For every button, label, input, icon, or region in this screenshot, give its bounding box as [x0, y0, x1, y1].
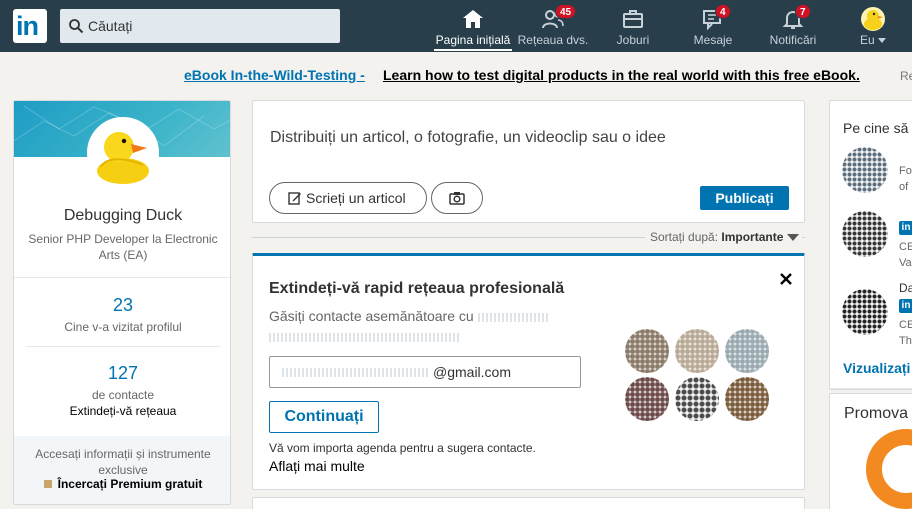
- suggestion-photo[interactable]: [842, 147, 888, 193]
- promo-logo-icon[interactable]: [866, 429, 912, 509]
- premium-box: Accesați informații și instrumente exclu…: [14, 436, 230, 504]
- network-card-title: Extindeți-vă rapid rețeaua profesională: [269, 280, 565, 297]
- linkedin-logo[interactable]: in: [13, 9, 47, 43]
- pencil-icon: [288, 192, 301, 205]
- top-navigation: in Pagina inițială 45 Rețeaua dvs. Jobur…: [0, 0, 912, 52]
- nav-network[interactable]: 45 Rețeaua dvs.: [516, 0, 590, 52]
- nav-messages-label: Mesaje: [693, 33, 733, 47]
- profile-photo[interactable]: [87, 117, 159, 189]
- publish-button[interactable]: Publicați: [700, 186, 789, 210]
- nav-me[interactable]: Eu: [852, 0, 894, 52]
- search-icon: [69, 19, 84, 34]
- profile-name[interactable]: Debugging Duck: [14, 207, 230, 225]
- grow-network-link[interactable]: Extindeți-vă rețeaua: [14, 404, 230, 418]
- redacted-text: [282, 368, 430, 377]
- follow-suggestions-card: Pe cine să Fo of in CE Va Da in CE Th Vi…: [829, 100, 912, 390]
- search-bar[interactable]: [60, 9, 340, 43]
- logo-text: in: [16, 11, 39, 41]
- notifications-badge: 7: [795, 4, 811, 19]
- sort-value: Importante: [721, 230, 784, 244]
- email-suffix: @gmail.com: [433, 364, 512, 380]
- suggestion-line2: of: [899, 181, 909, 193]
- nav-network-label: Rețeaua dvs.: [517, 33, 589, 47]
- profile-views-label[interactable]: Cine v-a vizitat profilul: [14, 320, 230, 334]
- suggestion-photo[interactable]: [842, 211, 888, 257]
- rail-title: Pe cine să: [843, 120, 909, 136]
- premium-link-text: Încercați Premium gratuit: [57, 477, 203, 491]
- nav-home-label: Pagina inițială: [434, 33, 512, 51]
- suggestion-line2: Th: [899, 335, 912, 347]
- nav-notifications-label: Notificări: [769, 33, 817, 47]
- ad-text[interactable]: Learn how to test digital products in th…: [383, 67, 860, 83]
- network-card-description: Găsiți contacte asemănătoare cu: [269, 306, 569, 346]
- profile-card: Debugging Duck Senior PHP Developer la E…: [13, 100, 231, 505]
- promoted-card: Promova: [829, 393, 912, 509]
- avatar: [861, 7, 885, 31]
- ad-banner: eBook In-the-Wild-Testing - Learn how to…: [0, 67, 912, 87]
- messages-badge: 4: [715, 4, 731, 19]
- ad-tail: Re: [900, 69, 912, 83]
- suggestion-name[interactable]: Da: [899, 281, 912, 295]
- view-all-link[interactable]: Vizualizați: [843, 360, 910, 376]
- promoted-label: Promova: [844, 405, 909, 422]
- divider: [14, 277, 230, 278]
- camera-icon: [449, 192, 465, 205]
- share-prompt[interactable]: Distribuiți un articol, o fotografie, un…: [270, 129, 666, 147]
- import-note: Vă vom importa agenda pentru a sugera co…: [269, 441, 536, 455]
- nav-jobs[interactable]: Joburi: [604, 0, 662, 52]
- network-badge: 45: [555, 4, 577, 19]
- home-icon: [463, 10, 483, 28]
- contact-photo: [725, 329, 769, 373]
- connections-label[interactable]: de contacte: [14, 388, 230, 402]
- profile-views-count[interactable]: 23: [14, 295, 230, 316]
- close-icon[interactable]: [777, 270, 795, 288]
- suggestion-line1: CE: [899, 241, 912, 253]
- premium-icon: [43, 480, 52, 488]
- share-box: Distribuiți un articol, o fotografie, un…: [252, 100, 805, 223]
- suggestion-photo[interactable]: [842, 289, 888, 335]
- contact-photo: [625, 377, 669, 421]
- suggestion-line1: Fo: [899, 165, 912, 177]
- write-article-label: Scrieți un articol: [306, 190, 406, 206]
- continue-button[interactable]: Continuați: [269, 401, 379, 433]
- nav-messages[interactable]: 4 Mesaje: [684, 0, 742, 52]
- sort-label: Sortați după:: [650, 230, 719, 244]
- nav-me-label: Eu: [852, 33, 894, 47]
- contact-photo: [675, 377, 719, 421]
- nav-notifications[interactable]: 7 Notificări: [764, 0, 822, 52]
- write-article-button[interactable]: Scrieți un articol: [269, 182, 427, 214]
- linkedin-badge-icon: in: [899, 299, 912, 313]
- nav-home[interactable]: Pagina inițială: [434, 0, 512, 52]
- contact-photo: [625, 329, 669, 373]
- caret-down-icon: [787, 234, 800, 241]
- chevron-down-icon: [878, 38, 887, 43]
- photo-upload-button[interactable]: [431, 182, 483, 214]
- linkedin-badge-icon: in: [899, 221, 912, 235]
- divider: [26, 346, 220, 347]
- ad-link[interactable]: eBook In-the-Wild-Testing -: [184, 67, 365, 83]
- suggestion-line1: CE: [899, 319, 912, 331]
- feed-post-card: [252, 497, 805, 509]
- divider: [830, 388, 912, 389]
- contact-photo: [725, 377, 769, 421]
- learn-more-link[interactable]: Aflați mai multe: [269, 458, 365, 474]
- contact-photos: [625, 329, 771, 421]
- briefcase-icon: [623, 10, 643, 28]
- premium-text: Accesați informații și instrumente exclu…: [35, 447, 211, 477]
- search-input[interactable]: [88, 9, 336, 43]
- grow-network-card: Extindeți-vă rapid rețeaua profesională …: [252, 253, 805, 490]
- network-card-desc-text: Găsiți contacte asemănătoare cu: [269, 308, 474, 324]
- nav-jobs-label: Joburi: [616, 33, 650, 47]
- suggestion-line2: Va: [899, 257, 912, 269]
- redacted-text: [269, 332, 459, 342]
- nav-me-text: Eu: [859, 33, 875, 47]
- connections-count[interactable]: 127: [14, 363, 230, 384]
- premium-link[interactable]: Încercați Premium gratuit: [14, 477, 230, 491]
- email-field[interactable]: @gmail.com: [269, 356, 581, 388]
- sort-control[interactable]: Sortați după: Importante: [645, 230, 803, 244]
- contact-photo: [675, 329, 719, 373]
- profile-headline: Senior PHP Developer la Electronic Arts …: [28, 232, 218, 262]
- redacted-text: [477, 312, 548, 322]
